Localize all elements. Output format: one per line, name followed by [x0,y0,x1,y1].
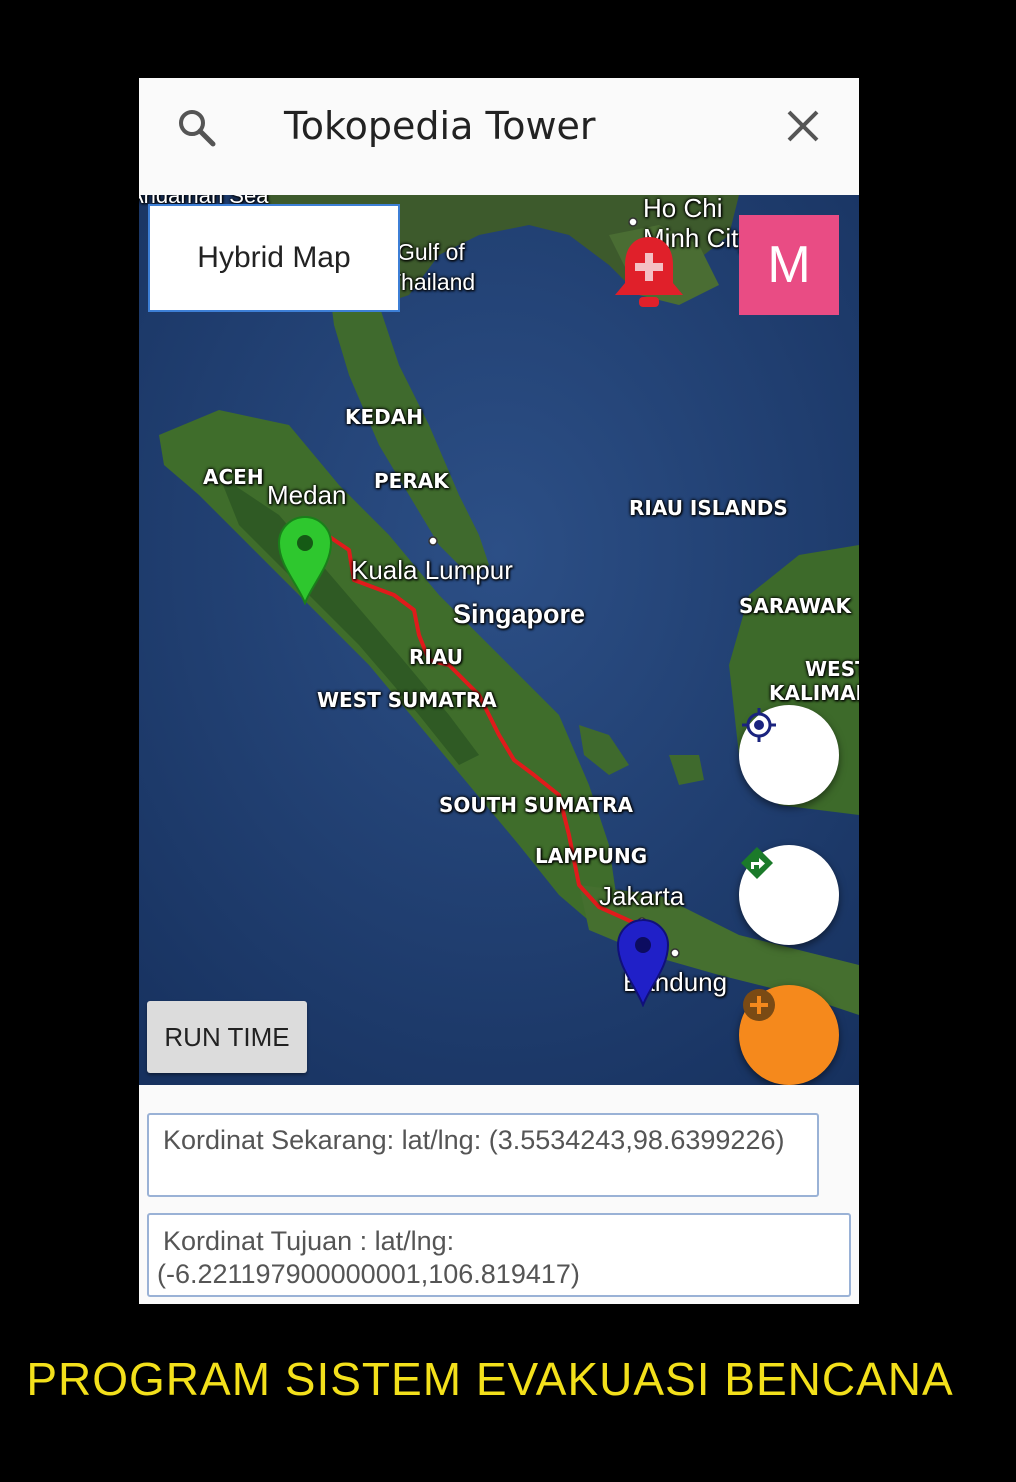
directions-icon [741,847,773,879]
add-button[interactable] [739,985,839,1085]
map-label-lampung: LAMPUNG [535,844,648,868]
destination-coordinate-label: Kordinat Tujuan : lat/lng: [163,1226,455,1256]
current-coordinate-field[interactable]: Kordinat Sekarang: lat/lng: (3.5534243,9… [147,1113,819,1197]
directions-button[interactable] [739,845,839,945]
map-label-medan: Medan [267,480,347,510]
map-view[interactable]: Andaman Sea Gulf of Thailand Ho Chi Minh… [139,195,859,1085]
search-input[interactable]: Tokopedia Tower [284,104,596,148]
app-screen: Tokopedia Tower Andaman Sea Gulf of Thai… [139,78,859,1304]
map-label-aceh: ACEH [203,465,264,489]
map-label-kuala-lumpur: Kuala Lumpur [351,555,513,585]
close-icon[interactable] [783,106,823,146]
search-bar: Tokopedia Tower [139,78,859,195]
map-label-west-sumatra: WEST SUMATRA [317,688,497,712]
map-label-riau-islands: RIAU ISLANDS [629,496,788,520]
my-location-button[interactable] [739,705,839,805]
map-label-singapore: Singapore [453,599,586,629]
map-label-west-kalimantan-1: WEST [805,657,859,681]
map-type-button[interactable]: Hybrid Map [148,204,400,312]
caption-text: PROGRAM SISTEM EVAKUASI BENCANA [26,1353,954,1405]
map-label-west-kalimantan-2: KALIMANTAN [769,681,859,705]
map-label-jakarta: Jakarta [599,881,685,911]
destination-coordinate-field[interactable]: Kordinat Tujuan : lat/lng: (-6.221197900… [147,1213,851,1297]
map-label-sarawak: SARAWAK [739,594,852,618]
destination-coordinate-value: (-6.221197900000001,106.819417) [157,1259,580,1289]
menu-button[interactable]: M [739,215,839,315]
map-label-thailand: Thailand [387,269,476,295]
map-terrain [139,195,859,1085]
map-label-gulf: Gulf of [397,239,465,265]
map-label-hochiminh-1: Ho Chi [643,195,723,223]
run-time-button[interactable]: RUN TIME [147,1001,307,1073]
alarm-bell-icon[interactable] [609,231,689,311]
map-label-perak: PERAK [374,469,449,493]
search-icon[interactable] [175,106,219,150]
my-location-icon [742,708,776,742]
add-icon [743,989,775,1021]
map-label-kedah: KEDAH [345,405,423,429]
map-label-south-sumatra: SOUTH SUMATRA [439,793,633,817]
origin-marker-icon[interactable] [275,513,335,605]
destination-marker-icon[interactable] [615,917,671,1007]
map-label-riau: RIAU [409,645,463,669]
